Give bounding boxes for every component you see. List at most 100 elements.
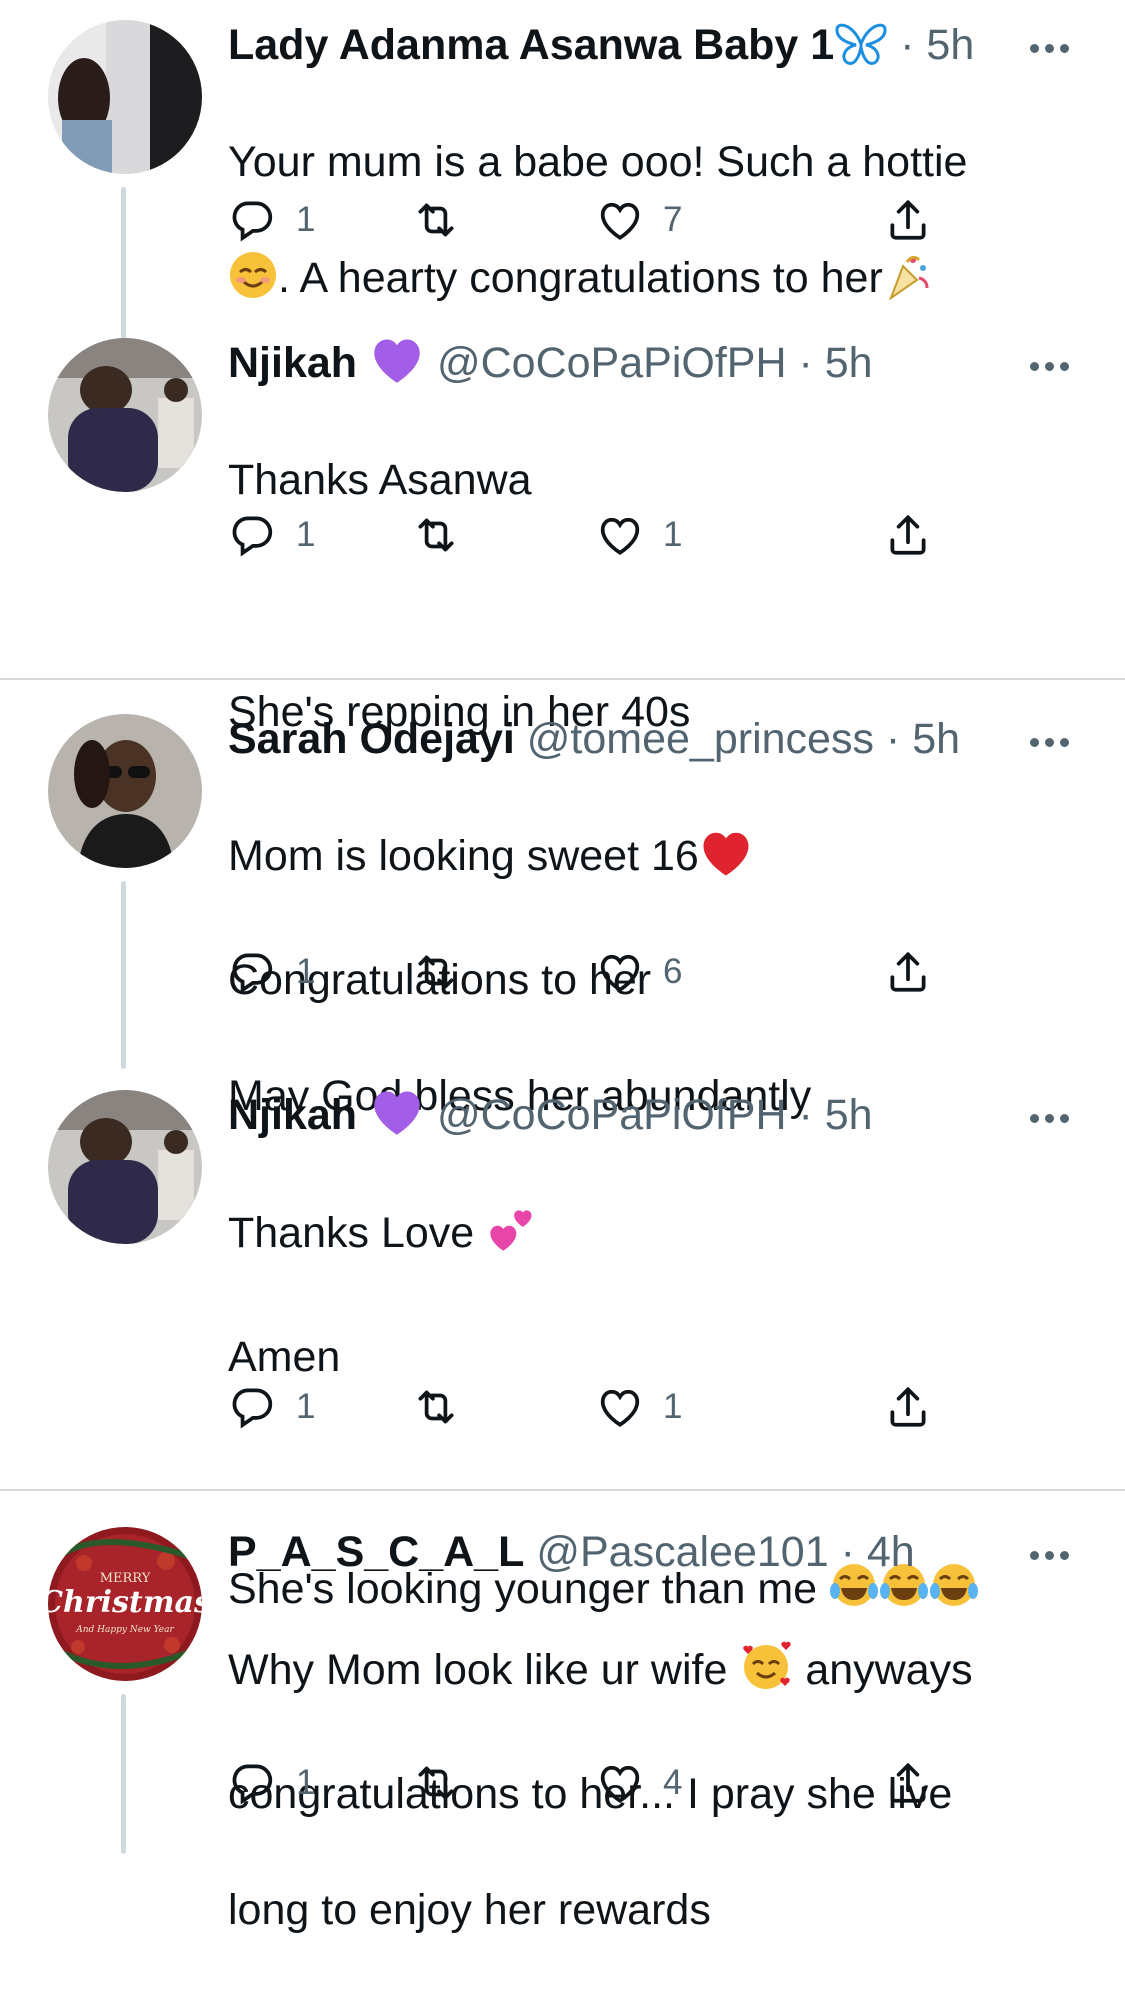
reply-count: 1 [296,1387,316,1426]
reply-icon [232,953,273,994]
like-count: 7 [663,200,683,239]
reply-count: 1 [296,200,316,239]
share-button[interactable] [883,947,933,997]
like-count: 1 [663,515,683,554]
timestamp[interactable]: 4h [867,1528,915,1576]
purple-heart-emoji [369,1087,425,1153]
more-icon[interactable] [1028,1099,1072,1139]
tweet-header: P_A_S_C_A_L @Pascalee101 · 4h [228,1522,915,1582]
user-handle[interactable]: @CoCoPaPiOfPH [437,339,787,387]
share-button[interactable] [883,1758,933,1808]
share-button[interactable] [883,510,933,560]
separator: · [786,1091,825,1139]
share-icon [890,200,926,240]
reply-icon [232,516,273,557]
avatar[interactable] [48,1090,202,1244]
tweet[interactable]: MERRY Christmas And Happy New Year P_A_S… [0,1522,1125,1934]
separator: · [786,339,825,387]
retweet-icon [418,1390,454,1424]
tweet-header: Njikah @CoCoPaPiOfPH · 5h [228,1085,873,1145]
like-button[interactable]: 1 [595,1382,682,1432]
timestamp[interactable]: 5h [912,715,960,763]
tweet[interactable]: Njikah @CoCoPaPiOfPH · 5h Thanks Asanwa … [0,333,1125,736]
user-handle[interactable]: @Pascalee101 [536,1528,828,1576]
tweet-actions: 1 1 [228,1382,948,1432]
avatar[interactable]: MERRY Christmas And Happy New Year [48,1527,202,1681]
retweet-icon [418,203,454,237]
user-handle[interactable]: @tomee_princess [527,715,874,763]
like-count: 1 [663,1387,683,1426]
like-button[interactable]: 1 [595,510,682,560]
display-name[interactable]: Njikah [228,1091,357,1139]
retweet-button[interactable] [411,1382,479,1432]
tweet[interactable]: Sarah Odejayi @tomee_princess · 5h Mom i… [0,709,1125,1120]
thread-line [121,1694,126,1854]
reply-button[interactable]: 1 [228,947,315,997]
thread-line [121,187,126,340]
heart-icon [600,954,640,992]
retweet-button[interactable] [411,195,479,245]
display-name[interactable]: Lady Adanma Asanwa Baby 1 [228,21,834,69]
more-icon[interactable] [1028,1536,1072,1576]
tweet-text-line: Why Mom look like ur wife anyways [228,1640,1088,1707]
avatar-text: Christmas [48,1585,202,1620]
smiling-face-with-hearts-emoji [739,1640,793,1707]
heart-icon [600,517,640,555]
reply-button[interactable]: 1 [228,195,315,245]
avatar[interactable] [48,714,202,868]
share-button[interactable] [883,195,933,245]
retweet-icon [418,1766,454,1800]
reply-icon [232,201,273,242]
tweet-header: Sarah Odejayi @tomee_princess · 5h [228,709,960,769]
retweet-button[interactable] [411,947,479,997]
share-button[interactable] [883,1382,933,1432]
reply-button[interactable]: 1 [228,1382,315,1432]
timestamp[interactable]: 5h [825,339,873,387]
tweet-text-span: Why Mom look like ur wife [228,1646,728,1694]
retweet-button[interactable] [411,1758,479,1808]
like-button[interactable]: 4 [595,1758,682,1808]
retweet-icon [418,955,454,989]
reply-button[interactable]: 1 [228,510,315,560]
more-icon[interactable] [1028,723,1072,763]
reply-button[interactable]: 1 [228,1758,315,1808]
display-name[interactable]: P_A_S_C_A_L [228,1528,524,1576]
tweet[interactable]: Lady Adanma Asanwa Baby 1 · 5h Your mum … [0,15,1125,340]
tweet-header: Njikah @CoCoPaPiOfPH · 5h [228,333,873,393]
like-button[interactable]: 6 [595,947,682,997]
like-button[interactable]: 7 [595,195,682,245]
more-icon[interactable] [1028,29,1072,69]
party-popper-emoji [883,252,931,315]
separator: · [828,1528,867,1576]
avatar-text: MERRY [100,1571,151,1586]
retweet-button[interactable] [411,510,479,560]
smiling-face-emoji [228,250,278,315]
more-icon[interactable] [1028,347,1072,387]
thread-divider [0,678,1125,680]
avatar[interactable] [48,338,202,492]
butterfly-emoji [834,21,888,83]
tweet[interactable]: Njikah @CoCoPaPiOfPH · 5h Thanks Love Am… [0,1085,1125,1613]
display-name[interactable]: Sarah Odejayi [228,715,515,763]
tweet-text-span: Thanks Love [228,1209,475,1257]
heart-icon [600,202,640,240]
reply-icon [232,1388,273,1429]
avatar[interactable] [48,20,202,174]
timestamp[interactable]: 5h [825,1091,873,1139]
separator: · [873,715,913,763]
timestamp[interactable]: 5h [926,21,974,69]
two-hearts-emoji [486,1203,538,1270]
display-name[interactable]: Njikah [228,339,357,387]
tweet-actions: 1 1 [228,510,948,560]
tweet-text-span: . A hearty congratulations to her [278,254,883,302]
heart-icon [600,1765,640,1803]
like-count: 4 [663,1763,683,1802]
thread-divider [0,1489,1125,1491]
like-count: 6 [663,952,683,991]
tweet-text-line: Mom is looking sweet 16 [228,827,1088,893]
share-icon [890,1387,926,1427]
user-handle[interactable]: @CoCoPaPiOfPH [437,1091,787,1139]
share-icon [890,515,926,555]
separator: · [888,21,927,69]
share-icon [890,952,926,992]
